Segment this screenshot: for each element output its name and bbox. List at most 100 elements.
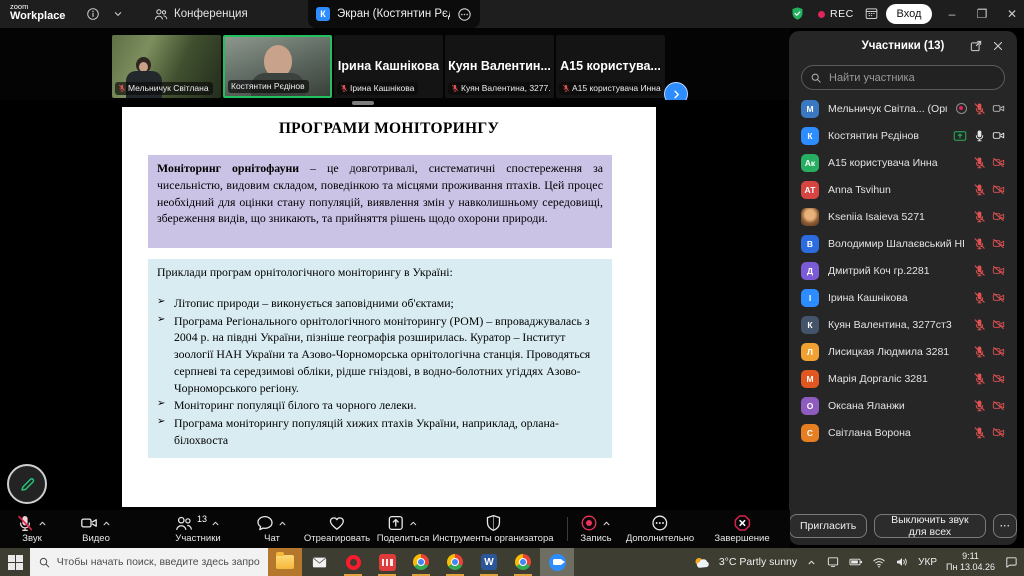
name-label: Мельничук Світлана — [115, 82, 213, 95]
video-tile-kashnikova[interactable]: Ірина Кашнікова Ірина Кашнікова — [334, 35, 443, 98]
audio-button[interactable]: Звук — [16, 513, 48, 544]
file-explorer-app[interactable] — [268, 548, 302, 576]
word-icon: W — [481, 554, 497, 570]
share-icon — [387, 514, 405, 532]
popout-icon[interactable] — [969, 39, 983, 53]
participant-name: Дмитрий Коч гр.2281 — [828, 265, 964, 277]
minimize-button[interactable]: – — [938, 0, 966, 28]
chevron-up-icon[interactable] — [601, 518, 612, 529]
participant-search[interactable] — [801, 65, 1005, 90]
camera-off-icon — [992, 264, 1005, 277]
close-panel-icon[interactable] — [991, 39, 1005, 53]
annotate-button[interactable] — [7, 464, 47, 504]
mic-icon — [973, 129, 986, 142]
participant-row[interactable]: К Костянтин Рєдінов — [789, 122, 1017, 149]
chat-button[interactable]: Чат — [256, 513, 288, 544]
participant-row[interactable]: Д Дмитрий Коч гр.2281 — [789, 257, 1017, 284]
notifications-icon[interactable] — [1004, 555, 1018, 569]
clock[interactable]: 9:11 Пн 13.04.26 — [946, 551, 995, 574]
video-tile-melnychuk[interactable]: Мельничук Світлана — [112, 35, 221, 98]
participant-row[interactable]: Л Лисицкая Людмила 3281 — [789, 338, 1017, 365]
search-icon — [38, 556, 51, 569]
mic-muted-icon — [973, 237, 986, 250]
name-label: Куян Валентина, 3277... — [448, 82, 550, 95]
tab-screen-share[interactable]: К Экран (Костянтин Рєдінов) — [308, 0, 480, 28]
end-meeting-button[interactable]: Завершение — [714, 513, 769, 544]
camera-off-icon — [992, 318, 1005, 331]
chrome-app[interactable] — [404, 548, 438, 576]
zoom-app[interactable] — [540, 548, 574, 576]
record-button[interactable]: Запись — [580, 513, 612, 544]
participant-row[interactable]: І Ірина Кашнікова — [789, 284, 1017, 311]
camera-off-icon — [992, 210, 1005, 223]
title-bar: zoom Workplace Конференция К Экран (Кост… — [0, 0, 1024, 28]
share-screen-button[interactable]: Поделиться — [377, 513, 429, 544]
meeting-info-icon[interactable] — [86, 7, 100, 21]
participant-name: Світлана Ворона — [828, 427, 964, 439]
restore-button[interactable]: ❐ — [968, 0, 996, 28]
chevron-down-icon[interactable] — [112, 8, 124, 20]
apps-grid-icon[interactable] — [864, 6, 879, 21]
invite-button[interactable]: Пригласить — [789, 514, 867, 538]
video-tile-a15[interactable]: А15 користува... А15 користувача Инна — [556, 35, 665, 98]
opera-app[interactable] — [336, 548, 370, 576]
participant-row[interactable]: АТ Anna Tsvihun — [789, 176, 1017, 203]
tab-conference[interactable]: Конференция — [146, 0, 256, 28]
participant-row[interactable]: О Оксана Яланжи — [789, 392, 1017, 419]
chrome-icon — [447, 554, 463, 570]
chevron-up-icon[interactable] — [210, 518, 221, 529]
search-input[interactable] — [827, 71, 996, 85]
close-button[interactable]: ✕ — [998, 0, 1024, 28]
chevron-up-icon[interactable] — [277, 518, 288, 529]
participant-row[interactable]: Ак А15 користувача Инна — [789, 149, 1017, 176]
chevron-up-icon[interactable] — [408, 518, 419, 529]
word-app[interactable]: W — [472, 548, 506, 576]
people-icon — [154, 7, 168, 21]
search-icon — [810, 72, 822, 84]
avatar: М — [801, 370, 819, 388]
avatar: М — [801, 100, 819, 118]
participant-row[interactable]: В Володимир Шалаєвський НПП Білобер... — [789, 230, 1017, 257]
floating-controls-handle[interactable] — [352, 101, 374, 105]
start-button[interactable] — [0, 548, 30, 576]
taskbar-search[interactable]: Чтобы начать поиск, введите здесь запрос — [30, 548, 268, 576]
participant-row[interactable]: Kseniia Isaieva 5271 — [789, 203, 1017, 230]
monitor-icon[interactable] — [826, 555, 840, 569]
chrome-icon — [515, 554, 531, 570]
tray-expand-icon[interactable] — [806, 557, 817, 568]
volume-icon[interactable] — [895, 555, 909, 569]
red-app[interactable] — [370, 548, 404, 576]
video-button[interactable]: Видео — [80, 513, 112, 544]
participant-row[interactable]: М Марія Доргаліс 3281 — [789, 365, 1017, 392]
participants-button[interactable]: 13 Участники — [175, 513, 221, 544]
opera-icon — [346, 555, 361, 570]
participant-row[interactable]: М Мельничук Світла... (Организатор, я) — [789, 95, 1017, 122]
mute-all-button[interactable]: Выключить звук для всех — [874, 514, 985, 538]
chrome-profile-app[interactable] — [438, 548, 472, 576]
participant-row[interactable]: С Світлана Ворона — [789, 419, 1017, 446]
panel-more-button[interactable]: ⋯ — [993, 514, 1018, 538]
video-tile-kuyan[interactable]: Куян Валентин... Куян Валентина, 3277... — [445, 35, 554, 98]
mail-app[interactable] — [302, 548, 336, 576]
chevron-up-icon[interactable] — [101, 518, 112, 529]
language-indicator[interactable]: УКР — [918, 557, 937, 568]
login-button[interactable]: Вход — [886, 4, 932, 24]
recording-indicator-icon — [956, 103, 967, 114]
chrome-app-2[interactable] — [506, 548, 540, 576]
mic-muted-icon — [973, 345, 986, 358]
battery-icon[interactable] — [849, 555, 863, 569]
chevron-right-icon — [670, 88, 683, 101]
mic-muted-icon — [973, 183, 986, 196]
mic-muted-icon — [118, 84, 126, 92]
weather-icon[interactable] — [693, 554, 710, 571]
video-tile-redinov-active-speaker[interactable]: Костянтин Рєдінов — [223, 35, 332, 98]
mic-muted-icon — [340, 84, 348, 92]
host-tools-button[interactable]: Инструменты организатора — [432, 513, 553, 544]
wifi-icon[interactable] — [872, 555, 886, 569]
chevron-up-icon[interactable] — [37, 518, 48, 529]
participant-row[interactable]: К Куян Валентина, 3277ст3 — [789, 311, 1017, 338]
tab-more-icon[interactable] — [457, 7, 472, 22]
more-button[interactable]: Дополнительно — [626, 513, 694, 544]
react-button[interactable]: Отреагировать — [304, 513, 370, 544]
weather-text[interactable]: 3°C Partly sunny — [719, 556, 797, 568]
